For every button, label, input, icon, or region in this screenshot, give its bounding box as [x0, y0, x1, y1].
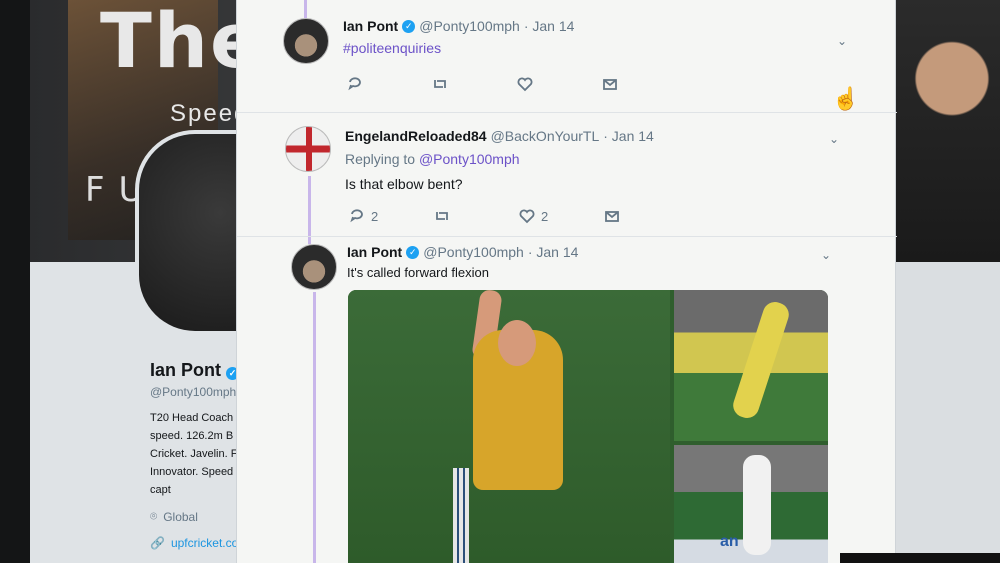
tweet[interactable]: EngelandReloaded84 @BackOnYourTL · Jan 1…: [237, 112, 897, 234]
media-photo-bowler[interactable]: [348, 290, 670, 563]
tweet-author-name[interactable]: Ian Pont: [343, 18, 398, 34]
stumps: [453, 468, 469, 563]
retweet-button[interactable]: [432, 76, 517, 92]
heart-icon: [517, 77, 533, 92]
replying-to: Replying to @Ponty100mph: [345, 151, 520, 167]
tweet-actions: [347, 76, 687, 92]
chevron-down-icon[interactable]: ⌄: [829, 132, 839, 146]
banner-person-image: [880, 0, 1000, 262]
like-button[interactable]: [517, 76, 602, 92]
reply-icon: [350, 209, 363, 223]
dm-button[interactable]: [604, 208, 689, 224]
tweet-actions: 2 2: [349, 208, 689, 224]
tweet-date[interactable]: · Jan 14: [603, 128, 654, 144]
avatar[interactable]: [285, 126, 331, 172]
tweet-header: Ian Pont ✓ @Ponty100mph · Jan 14: [343, 18, 574, 34]
tweet-author-name[interactable]: Ian Pont: [347, 244, 402, 260]
reply-button[interactable]: 2: [349, 208, 434, 224]
tweet-thread-column: Ian Pont ✓ @Ponty100mph · Jan 14 #polite…: [236, 0, 897, 563]
reply-button[interactable]: [347, 76, 432, 92]
replying-to-handle[interactable]: @Ponty100mph: [419, 151, 520, 167]
tweet-author-handle[interactable]: @Ponty100mph: [419, 18, 520, 34]
tweet-text: Is that elbow bent?: [345, 176, 463, 192]
bowler-head: [498, 320, 536, 366]
mail-icon: [603, 79, 617, 90]
like-button[interactable]: 2: [519, 208, 604, 224]
avatar[interactable]: [291, 244, 337, 290]
verified-badge-icon: ✓: [402, 19, 416, 33]
tweet-header: EngelandReloaded84 @BackOnYourTL · Jan 1…: [345, 128, 654, 144]
verified-badge-icon: ✓: [406, 245, 420, 259]
tweet-author-handle[interactable]: @BackOnYourTL: [491, 128, 600, 144]
retweet-icon: [434, 80, 446, 88]
tweet-hashtag[interactable]: #politeenquiries: [343, 40, 441, 56]
tweet-author-name[interactable]: EngelandReloaded84: [345, 128, 487, 144]
chevron-down-icon[interactable]: ⌄: [821, 248, 831, 262]
dm-button[interactable]: [602, 76, 687, 92]
heart-icon: [519, 209, 535, 224]
reply-icon: [348, 77, 361, 91]
tweet-date[interactable]: · Jan 14: [524, 18, 575, 34]
tweet-header: Ian Pont ✓ @Ponty100mph · Jan 14: [347, 244, 578, 260]
retweet-button[interactable]: [434, 208, 519, 224]
tweet-text: It's called forward flexion: [347, 265, 489, 280]
avatar[interactable]: [283, 18, 329, 64]
sponsor-board-text: an: [720, 533, 739, 550]
location-pin-icon: ⌾: [150, 509, 158, 523]
hand-cursor-icon: ☝: [832, 86, 860, 111]
link-icon: 🔗: [150, 536, 165, 550]
chevron-down-icon[interactable]: ⌄: [837, 34, 847, 48]
tweet-author-handle[interactable]: @Ponty100mph: [423, 244, 524, 260]
mail-icon: [605, 211, 619, 222]
like-count: 2: [541, 208, 549, 224]
tweet-date[interactable]: · Jan 14: [528, 244, 579, 260]
retweet-icon: [436, 212, 448, 220]
taskbar: [840, 553, 1000, 563]
tweet[interactable]: Ian Pont ✓ @Ponty100mph · Jan 14 #polite…: [237, 0, 897, 110]
tweet-media-grid[interactable]: an: [348, 290, 828, 563]
reply-count: 2: [371, 208, 379, 224]
player-figure: [743, 455, 771, 555]
